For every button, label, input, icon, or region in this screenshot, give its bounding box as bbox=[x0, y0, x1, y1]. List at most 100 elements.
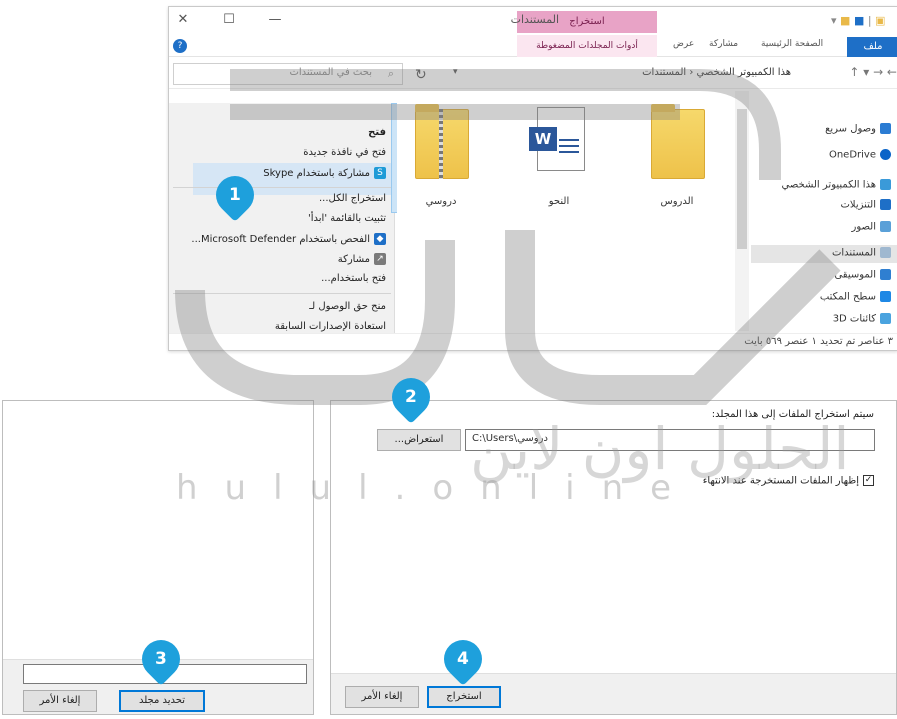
cancel-button[interactable]: إلغاء الأمر bbox=[23, 690, 97, 712]
star-icon bbox=[880, 123, 891, 134]
step-number: 1 bbox=[229, 185, 241, 205]
menu-item-give-access[interactable]: منح حق الوصول لـ bbox=[309, 301, 386, 312]
nav-label: سطح المكتب bbox=[819, 291, 876, 303]
close-button[interactable]: ✕ bbox=[171, 11, 195, 29]
status-bar: ٣ عناصر تم تحديد ١ عنصر ٥٦٩ بايت bbox=[169, 333, 897, 350]
nav-label: التنزيلات bbox=[840, 199, 876, 211]
window-title: المستندات bbox=[510, 13, 559, 26]
nav-label: كائنات 3D bbox=[832, 313, 876, 325]
tab-share[interactable]: مشاركة bbox=[709, 39, 738, 49]
defender-icon: ◆ bbox=[374, 233, 386, 245]
menu-item-defender-scan[interactable]: ◆ الفحص باستخدام Microsoft Defender... bbox=[191, 233, 386, 245]
quick-access-toolbar[interactable]: ▾ ■ ■ | ▣ bbox=[831, 14, 895, 28]
destination-label: سيتم استخراج الملفات إلى هذا المجلد: bbox=[711, 409, 874, 420]
breadcrumb[interactable]: هذا الكمبيوتر الشخصي ‹ المستندات bbox=[642, 67, 791, 78]
file-name: الدروس bbox=[660, 196, 694, 207]
title-bar: ✕ ☐ — استخراج المستندات ▾ ■ ■ | ▣ bbox=[169, 7, 897, 35]
nav-label: الموسيقى bbox=[834, 269, 876, 281]
nav-item-pictures[interactable]: الصور bbox=[851, 221, 891, 233]
menu-item-share-skype[interactable]: S مشاركة باستخدام Skype bbox=[263, 167, 386, 179]
nav-label: الصور bbox=[851, 221, 877, 233]
navigation-bar: بحث في المستندات ⌕ ↻ ▾ هذا الكمبيوتر الش… bbox=[169, 59, 897, 89]
chevron-down-icon[interactable]: ▾ bbox=[453, 67, 458, 77]
nav-item-desktop[interactable]: سطح المكتب bbox=[820, 291, 891, 303]
nav-item-onedrive[interactable]: OneDrive bbox=[829, 149, 891, 161]
cube-icon bbox=[880, 313, 891, 324]
menu-item-pin-start[interactable]: تثبيت بالقائمة 'ابدأ' bbox=[308, 213, 386, 224]
search-input[interactable]: بحث في المستندات bbox=[289, 67, 372, 78]
cancel-button[interactable]: إلغاء الأمر bbox=[345, 686, 419, 708]
checkbox-label: إظهار الملفات المستخرجة عند الانتهاء bbox=[702, 475, 859, 487]
step-number: 2 bbox=[405, 387, 417, 407]
step-number: 3 bbox=[155, 649, 167, 669]
tab-file[interactable]: ملف bbox=[847, 37, 897, 57]
file-pane: دروسي W النحو الدروس bbox=[397, 89, 735, 329]
show-extracted-files-option[interactable]: ✓ إظهار الملفات المستخرجة عند الانتهاء bbox=[703, 475, 874, 487]
desktop-icon bbox=[880, 291, 891, 302]
menu-item-label: مشاركة باستخدام Skype bbox=[263, 168, 370, 179]
nav-item-3d-objects[interactable]: كائنات 3D bbox=[833, 313, 891, 325]
menu-separator bbox=[173, 293, 391, 294]
menu-item-open-new-window[interactable]: فتح في نافذة جديدة bbox=[303, 147, 386, 158]
menu-item-open[interactable]: فتح bbox=[368, 127, 386, 138]
menu-item-label: الفحص باستخدام Microsoft Defender... bbox=[191, 234, 370, 245]
file-name: دروسي bbox=[425, 196, 457, 207]
tab-view[interactable]: عرض bbox=[673, 39, 694, 49]
word-logo-icon: W bbox=[529, 127, 557, 151]
file-explorer-window: ✕ ☐ — استخراج المستندات ▾ ■ ■ | ▣ ? أدوا… bbox=[168, 6, 897, 351]
refresh-icon[interactable]: ↻ bbox=[415, 67, 427, 83]
extract-button[interactable]: استخراج bbox=[427, 686, 501, 708]
text-line-icon bbox=[559, 145, 579, 147]
explorer-app-icon: ▣ bbox=[875, 14, 886, 27]
nav-label: OneDrive bbox=[828, 149, 876, 161]
cloud-icon bbox=[880, 149, 891, 160]
nav-item-documents[interactable]: المستندات bbox=[832, 247, 891, 259]
destination-path-input[interactable]: C:\Users\دروسي bbox=[465, 429, 875, 451]
tab-home[interactable]: الصفحة الرئيسية bbox=[761, 39, 823, 49]
file-item-zip[interactable]: دروسي bbox=[393, 101, 489, 213]
scrollbar-thumb[interactable] bbox=[737, 109, 747, 249]
checkbox[interactable]: ✓ bbox=[863, 475, 874, 486]
share-icon: ↗ bbox=[374, 253, 386, 265]
menu-item-label: مشاركة bbox=[337, 254, 370, 265]
help-icon[interactable]: ? bbox=[173, 39, 187, 53]
nav-item-quick-access[interactable]: وصول سريع bbox=[825, 123, 891, 135]
dialog-footer: استخراج إلغاء الأمر bbox=[331, 673, 896, 714]
music-icon bbox=[880, 269, 891, 280]
vertical-scrollbar[interactable] bbox=[735, 91, 749, 331]
nav-item-this-pc[interactable]: هذا الكمبيوتر الشخصي bbox=[781, 179, 891, 191]
download-icon bbox=[880, 199, 891, 210]
nav-label: هذا الكمبيوتر الشخصي bbox=[781, 179, 877, 191]
file-item-folder[interactable]: الدروس bbox=[629, 101, 725, 213]
nav-label: المستندات bbox=[831, 247, 876, 259]
tab-compressed-folder-tools[interactable]: أدوات المجلدات المضغوطة bbox=[517, 35, 657, 57]
context-menu: فتح فتح في نافذة جديدة S مشاركة باستخدام … bbox=[169, 103, 395, 350]
zipper-icon bbox=[439, 109, 443, 179]
menu-item-open-with[interactable]: فتح باستخدام... bbox=[321, 273, 386, 284]
file-item-word[interactable]: W النحو bbox=[511, 101, 607, 213]
skype-icon: S bbox=[374, 167, 386, 179]
picture-icon bbox=[880, 221, 891, 232]
menu-item-extract-all[interactable]: استخراج الكل... bbox=[319, 193, 386, 204]
computer-icon bbox=[880, 179, 891, 190]
address-bar[interactable]: هذا الكمبيوتر الشخصي ‹ المستندات bbox=[469, 63, 799, 85]
minimize-button[interactable]: — bbox=[263, 11, 287, 29]
text-line-icon bbox=[559, 139, 579, 141]
menu-item-share[interactable]: ↗ مشاركة bbox=[338, 253, 386, 265]
step-number: 4 bbox=[457, 649, 469, 669]
navigation-pane: وصول سريع OneDrive هذا الكمبيوتر الشخصي … bbox=[751, 103, 897, 335]
status-text: ٣ عناصر تم تحديد ١ عنصر ٥٦٩ بايت bbox=[744, 336, 893, 347]
nav-item-music[interactable]: الموسيقى bbox=[834, 269, 891, 281]
menu-item-restore-versions[interactable]: استعادة الإصدارات السابقة bbox=[275, 321, 386, 332]
menu-separator bbox=[173, 187, 391, 188]
nav-label: وصول سريع bbox=[825, 123, 876, 135]
extract-compressed-folder-dialog: سيتم استخراج الملفات إلى هذا المجلد: C:\… bbox=[330, 400, 897, 715]
search-box[interactable]: بحث في المستندات ⌕ bbox=[173, 63, 403, 85]
nav-buttons[interactable]: ↑ ▾ → ← bbox=[801, 65, 897, 83]
maximize-button[interactable]: ☐ bbox=[217, 11, 241, 29]
nav-item-downloads[interactable]: التنزيلات bbox=[840, 199, 891, 211]
file-name: النحو bbox=[548, 196, 570, 207]
ribbon-tabs: ? أدوات المجلدات المضغوطة عرض مشاركة الص… bbox=[169, 35, 897, 57]
select-folder-button[interactable]: تحديد مجلد bbox=[119, 690, 205, 712]
browse-button[interactable]: استعراض... bbox=[377, 429, 461, 451]
